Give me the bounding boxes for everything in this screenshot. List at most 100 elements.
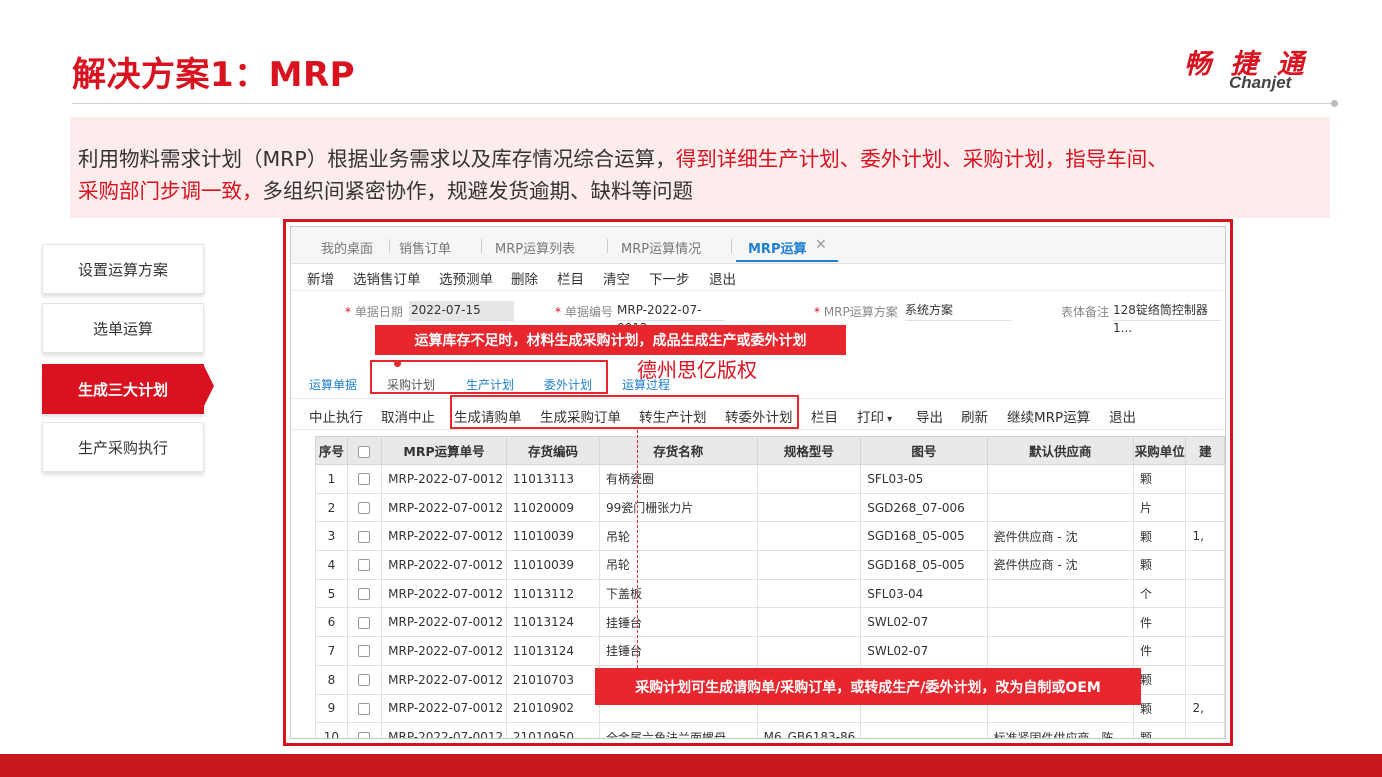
next-step-button[interactable]: 下一步	[649, 268, 690, 288]
table-cell: 件	[1133, 607, 1187, 638]
row-checkbox[interactable]	[358, 559, 371, 572]
row-checkbox[interactable]	[358, 502, 371, 515]
select-forecast-button[interactable]: 选预测单	[439, 268, 493, 288]
subtab-documents[interactable]: 运算单据	[309, 376, 357, 393]
close-icon[interactable]: ✕	[815, 237, 827, 253]
col-header-more[interactable]: 建	[1185, 436, 1225, 465]
note-field[interactable]: 128锭络筒控制器1...	[1113, 301, 1221, 335]
col-header-unit[interactable]: 采购单位	[1133, 436, 1187, 465]
col-header-supplier[interactable]: 默认供应商	[986, 436, 1135, 465]
chevron-down-icon: ▾	[884, 414, 893, 425]
nav-setup-plan[interactable]: 设置运算方案	[42, 244, 204, 294]
select-all-checkbox[interactable]	[358, 445, 371, 458]
columns2-button[interactable]: 栏目	[811, 406, 838, 426]
table-cell	[1185, 492, 1225, 523]
table-row[interactable]: 4 MRP-2022-07-0012 11010039 吊轮 SGD168_05-005…	[315, 550, 1225, 580]
mrp-plan-field[interactable]: 系统方案	[905, 301, 1011, 321]
table-cell	[756, 521, 862, 552]
table-cell: MRP-2022-07-0012	[381, 722, 507, 738]
table-cell: MRP-2022-07-0012	[381, 636, 507, 666]
row-checkbox[interactable]	[358, 674, 371, 687]
table-row[interactable]: 6 MRP-2022-07-0012 11013124 挂锤台 SWL02-07 件	[315, 607, 1225, 638]
table-cell: SFL03-04	[860, 578, 988, 609]
col-header-index[interactable]: 序号	[315, 436, 348, 465]
row-checkbox[interactable]	[358, 616, 371, 629]
new-button[interactable]: 新增	[307, 268, 334, 288]
export-button[interactable]: 导出	[916, 406, 943, 426]
table-cell: MRP-2022-07-0012	[381, 693, 507, 724]
delete-button[interactable]: 删除	[511, 268, 538, 288]
table-cell: 99瓷门栅张力片	[598, 492, 758, 523]
cell-select	[346, 607, 383, 638]
table-row[interactable]: 3 MRP-2022-07-0012 11010039 吊轮 SGD168_05-005…	[315, 521, 1225, 552]
table-row[interactable]: 2 MRP-2022-07-0012 11020009 99瓷门栅张力片 SGD268_…	[315, 492, 1225, 523]
col-header-item-name[interactable]: 存货名称	[598, 436, 758, 465]
table-cell: 颗	[1133, 722, 1187, 738]
row-checkbox[interactable]	[358, 645, 371, 658]
highlight-plan-actions	[450, 395, 799, 429]
col-header-drawing-no[interactable]: 图号	[860, 436, 988, 465]
callout-purchase-plan: 采购计划可生成请购单/采购订单，或转成生产/委外计划，改为自制或OEM	[595, 668, 1141, 705]
nav-production-purchase[interactable]: 生产采购执行	[42, 422, 204, 472]
col-header-item-code[interactable]: 存货编码	[505, 436, 600, 465]
col-header-select[interactable]	[346, 436, 383, 465]
table-cell: 颗	[1133, 464, 1187, 494]
note-label: 表体备注	[1061, 305, 1110, 319]
table-cell: MRP-2022-07-0012	[381, 550, 507, 580]
title-divider	[72, 103, 1334, 104]
col-header-spec[interactable]: 规格型号	[756, 436, 862, 465]
select-sales-order-button[interactable]: 选销售订单	[353, 268, 421, 288]
tab-mrp-status[interactable]: MRP运算情况	[621, 238, 701, 257]
tab-mrp-list[interactable]: MRP运算列表	[495, 238, 575, 257]
table-cell: 11013124	[505, 607, 600, 638]
logo-en-text: Chanjet	[1229, 73, 1292, 92]
row-checkbox[interactable]	[358, 731, 371, 738]
row-checkbox[interactable]	[358, 530, 371, 543]
cell-select	[346, 492, 383, 523]
table-row[interactable]: 5 MRP-2022-07-0012 11013112 下盖板 SFL03-04 个	[315, 578, 1225, 609]
table-row[interactable]: 10 MRP-2022-07-0012 21010950 全金属六角法兰面螺母 M6_G…	[315, 722, 1225, 738]
tab-mrp-run[interactable]: MRP运算	[748, 238, 806, 257]
print-button[interactable]: 打印 ▾	[857, 406, 892, 426]
table-cell: 21010902	[505, 693, 600, 724]
date-label: * 单据日期	[345, 305, 403, 319]
row-checkbox[interactable]	[358, 473, 371, 486]
refresh-button[interactable]: 刷新	[961, 406, 988, 426]
date-field[interactable]: 2022-07-15	[409, 301, 514, 321]
table-row[interactable]: 7 MRP-2022-07-0012 11013124 挂锤台 SWL02-07 件	[315, 636, 1225, 666]
table-cell: 标准紧固件供应商 - 陈	[986, 722, 1135, 738]
nav-select-run[interactable]: 选单运算	[42, 303, 204, 353]
col-header-mrp-no[interactable]: MRP运算单号	[381, 436, 507, 465]
suspend-button[interactable]: 中止执行	[309, 406, 363, 426]
table-cell: 11020009	[505, 492, 600, 523]
cancel-suspend-button[interactable]: 取消中止	[381, 406, 435, 426]
nav-generate-plans[interactable]: 生成三大计划	[42, 364, 204, 414]
columns-button[interactable]: 栏目	[557, 268, 584, 288]
exit-button[interactable]: 退出	[709, 268, 736, 288]
row-checkbox[interactable]	[358, 702, 371, 715]
table-cell: 件	[1133, 636, 1187, 666]
exit2-button[interactable]: 退出	[1109, 406, 1136, 426]
cell-index: 6	[315, 607, 348, 638]
cell-index: 5	[315, 578, 348, 609]
continue-mrp-button[interactable]: 继续MRP运算	[1007, 406, 1090, 426]
callout-shortage: 运算库存不足时，材料生成采购计划，成品生成生产或委外计划	[375, 325, 846, 355]
table-row[interactable]: 1 MRP-2022-07-0012 11013113 有柄瓷圈 SFL03-05 颗	[315, 464, 1225, 494]
table-cell: MRP-2022-07-0012	[381, 664, 507, 695]
footer-bar	[0, 754, 1382, 777]
tab-sales-order[interactable]: 销售订单	[399, 238, 451, 257]
doc-no-field[interactable]: MRP-2022-07-0012	[617, 301, 725, 335]
cell-index: 9	[315, 693, 348, 724]
table-cell: 颗	[1133, 664, 1187, 695]
table-cell: 吊轮	[598, 521, 758, 552]
table-cell	[1185, 722, 1225, 738]
description-box: 利用物料需求计划（MRP）根据业务需求以及库存情况综合运算，得到详细生产计划、委…	[70, 117, 1330, 218]
highlight-plan-tabs	[370, 360, 608, 394]
table-cell	[860, 722, 988, 738]
clear-button[interactable]: 清空	[603, 268, 630, 288]
app-window: 我的桌面 销售订单 MRP运算列表 MRP运算情况 MRP运算 ✕ 新增 选销售…	[290, 226, 1226, 739]
nav-active-arrow	[204, 366, 214, 406]
row-checkbox[interactable]	[358, 588, 371, 601]
tab-desktop[interactable]: 我的桌面	[321, 238, 373, 257]
table-cell	[756, 464, 862, 494]
